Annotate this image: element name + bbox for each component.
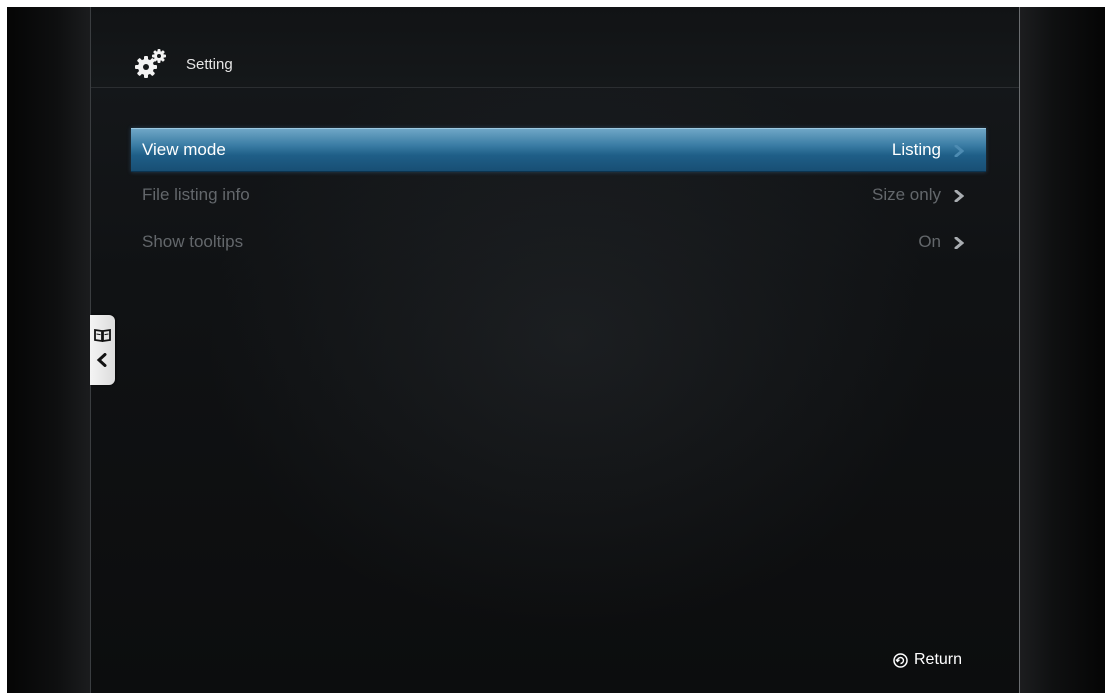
chevron-right-icon <box>954 190 964 202</box>
return-label: Return <box>914 651 963 668</box>
left-margin <box>7 7 90 693</box>
menu-item-file-listing-info[interactable]: File listing info Size only <box>131 174 986 216</box>
menu-item-view-mode[interactable]: View mode Listing <box>131 128 986 172</box>
chevron-right-icon <box>954 145 964 157</box>
side-panel-tab[interactable] <box>90 315 115 385</box>
chevron-left-icon <box>96 353 107 367</box>
right-margin <box>1018 7 1105 693</box>
menu-item-value: Listing <box>891 140 941 159</box>
menu-item-value: Size only <box>872 185 941 204</box>
menu-item-label: View mode <box>142 140 226 159</box>
menu-item-label: Show tooltips <box>142 232 244 251</box>
settings-panel: Setting View mode Listing File listing i… <box>90 7 1020 693</box>
chevron-right-icon <box>954 237 964 249</box>
menu-item-value: On <box>918 232 941 251</box>
book-icon <box>94 328 111 343</box>
menu-item-show-tooltips[interactable]: Show tooltips On <box>131 221 986 263</box>
screen: Setting View mode Listing File listing i… <box>7 7 1105 693</box>
return-button-icon <box>893 653 908 668</box>
page-title: Setting <box>186 56 233 73</box>
gear-icon <box>135 49 166 78</box>
header-bar: Setting <box>91 7 1019 88</box>
menu-item-label: File listing info <box>142 185 250 204</box>
